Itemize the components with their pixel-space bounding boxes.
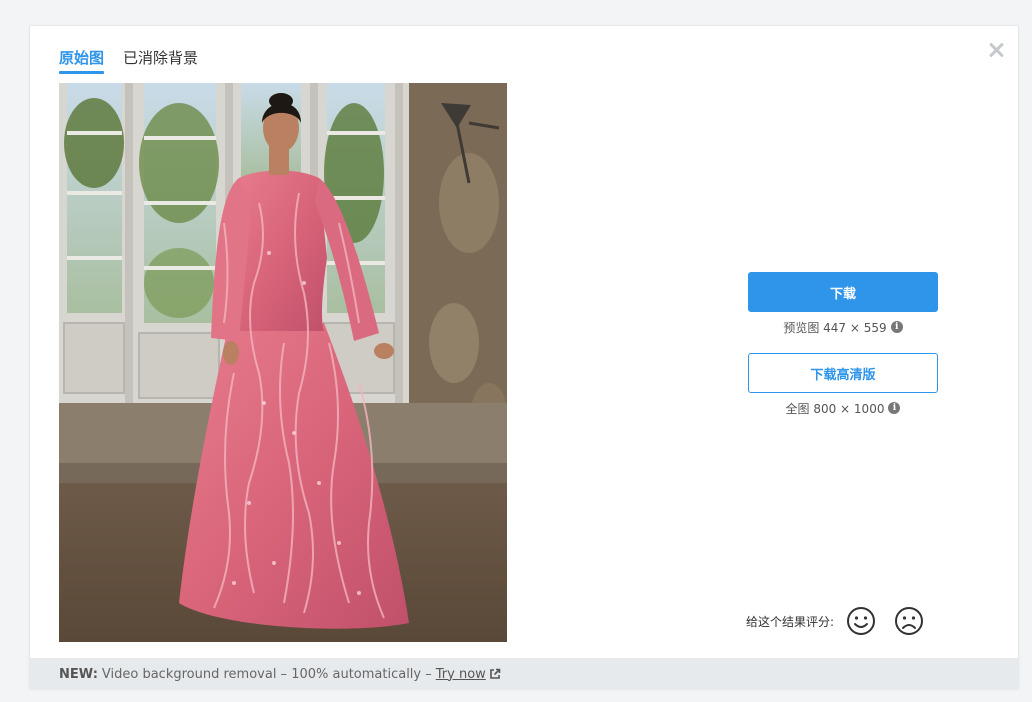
rating-bar: 给这个结果评分: <box>746 606 942 636</box>
info-icon[interactable]: i <box>888 402 901 414</box>
download-hd-button[interactable]: 下载高清版 <box>748 353 938 393</box>
result-card: 原始图 已消除背景 下载 预览图 447 × 559 i 下载高清版 全图 80… <box>29 25 1019 689</box>
smile-icon[interactable] <box>846 606 876 636</box>
preview-size-text: 预览图 447 × 559 <box>783 320 887 335</box>
full-size-text: 全图 800 × 1000 <box>785 401 885 416</box>
download-button[interactable]: 下载 <box>748 272 938 312</box>
full-size: 全图 800 × 1000 i <box>748 399 938 417</box>
tab-original[interactable]: 原始图 <box>59 48 105 74</box>
try-now-link[interactable]: Try now <box>436 667 486 682</box>
close-icon[interactable] <box>985 39 1007 61</box>
preview-size: 预览图 447 × 559 i <box>748 318 938 336</box>
frown-icon[interactable] <box>894 606 924 636</box>
info-icon[interactable]: i <box>890 321 903 333</box>
rating-label: 给这个结果评分: <box>746 614 835 629</box>
external-link-icon[interactable] <box>489 668 501 680</box>
original-photo <box>59 83 507 642</box>
promo-footer: NEW: Video background removal – 100% aut… <box>30 658 1018 688</box>
new-label: NEW: <box>59 666 98 682</box>
download-panel: 下载 预览图 447 × 559 i 下载高清版 全图 800 × 1000 i <box>748 272 938 417</box>
tab-background-removed[interactable]: 已消除背景 <box>123 48 198 68</box>
promo-text: Video background removal – 100% automati… <box>101 666 432 682</box>
